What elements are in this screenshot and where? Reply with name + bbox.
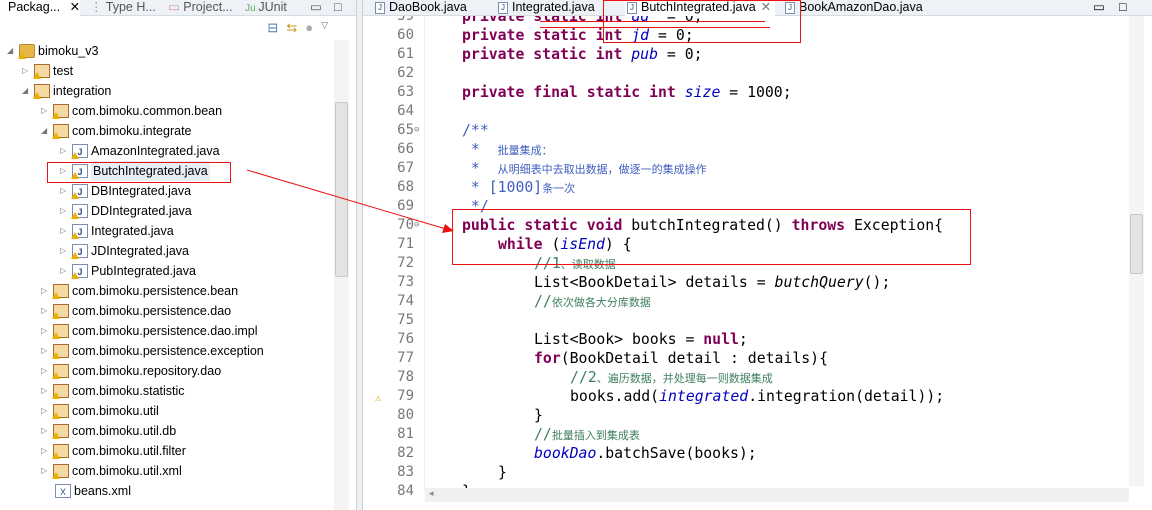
annotation-arrow — [246, 169, 454, 233]
